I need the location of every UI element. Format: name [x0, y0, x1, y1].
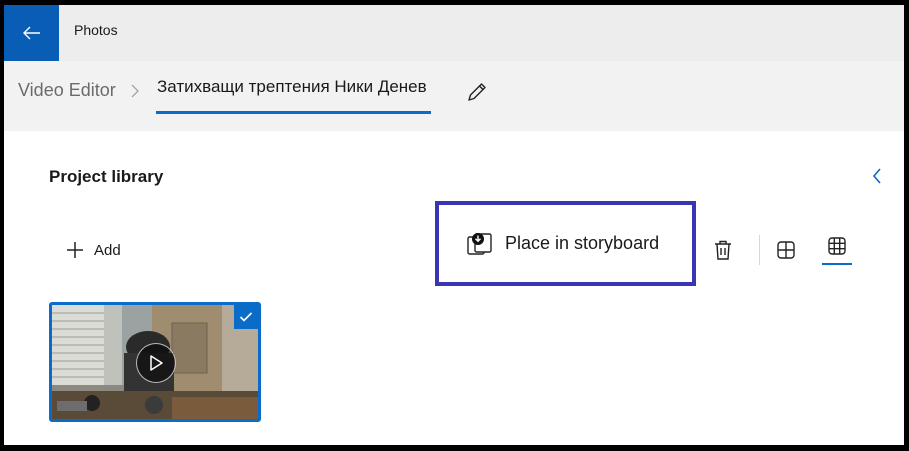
place-in-storyboard-icon [465, 229, 495, 259]
back-button[interactable] [4, 5, 59, 61]
place-in-storyboard-label: Place in storyboard [505, 233, 660, 253]
project-name[interactable]: Затихващи трептения Ники Денев [157, 77, 427, 97]
add-label: Add [94, 241, 121, 259]
editor-header: Video Editor Затихващи трептения Ники Де… [4, 61, 904, 131]
photos-window: Photos Video Editor Затихващи трептения … [4, 5, 904, 445]
rename-button[interactable] [464, 79, 490, 105]
plus-icon [67, 242, 83, 258]
project-name-underline [156, 111, 431, 114]
place-in-storyboard-button[interactable]: Place in storyboard [435, 201, 696, 286]
chevron-left-icon [872, 168, 881, 184]
collapse-library-button[interactable] [866, 165, 888, 187]
large-thumbnails-button[interactable] [772, 236, 800, 264]
trash-icon [715, 240, 731, 260]
pencil-icon [468, 83, 486, 101]
small-thumbnails-button[interactable] [821, 233, 853, 269]
breadcrumb-video-editor[interactable]: Video Editor [18, 80, 116, 101]
checkmark-icon [239, 312, 253, 322]
library-clip-thumbnail[interactable] [49, 302, 261, 422]
large-grid-icon [777, 241, 795, 259]
chevron-right-icon [131, 84, 139, 98]
add-button[interactable]: Add [66, 235, 121, 265]
selected-view-indicator [822, 263, 852, 265]
selected-checkbox[interactable] [234, 305, 258, 329]
delete-button[interactable] [709, 236, 737, 264]
back-arrow-icon [22, 26, 40, 40]
play-button[interactable] [136, 343, 176, 383]
title-bar: Photos [4, 5, 904, 61]
app-title: Photos [74, 22, 118, 38]
toolbar-divider [759, 235, 760, 265]
play-icon [150, 355, 163, 371]
small-grid-icon [828, 237, 846, 255]
project-library-title: Project library [49, 167, 164, 186]
